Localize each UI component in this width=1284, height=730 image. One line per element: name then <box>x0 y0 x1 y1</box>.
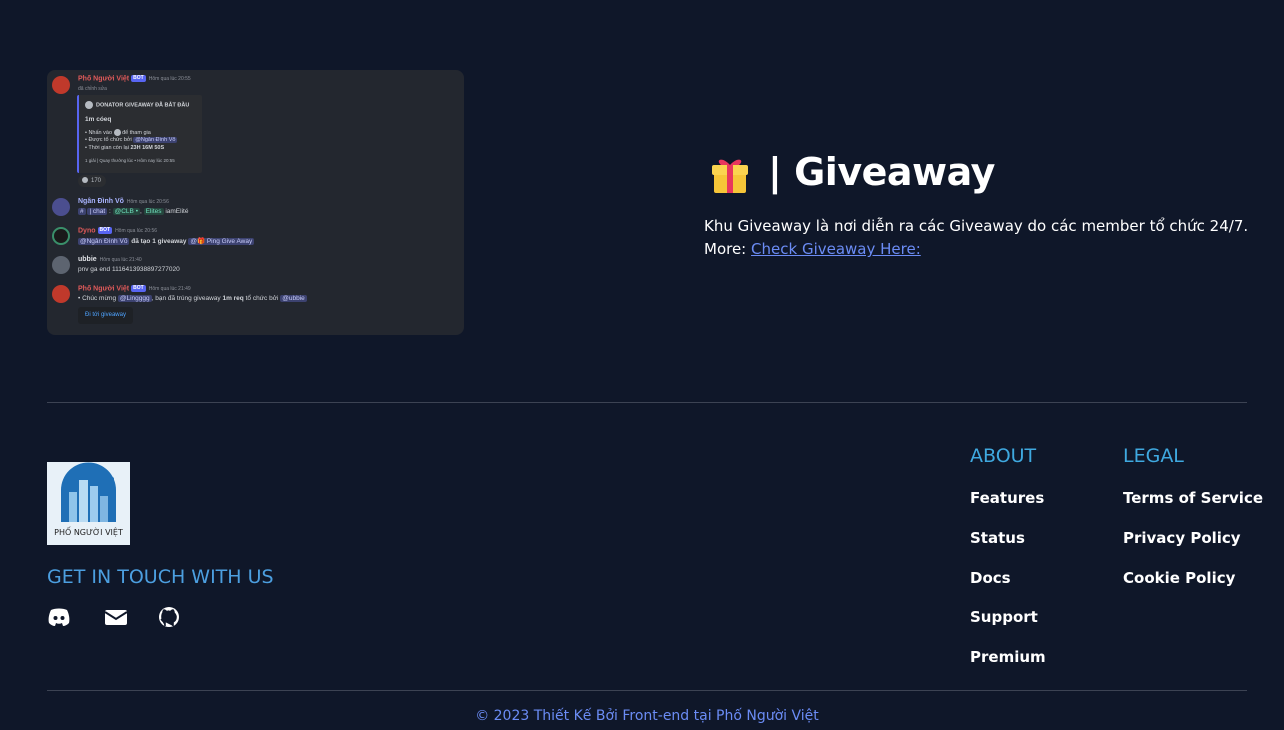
footer-link-support[interactable]: Support <box>970 608 1038 626</box>
discord-icon[interactable] <box>47 606 71 628</box>
footer-link-premium[interactable]: Premium <box>970 648 1046 666</box>
message-author: Phố Người Việt BOT Hôm qua lúc 21:49 <box>78 285 191 293</box>
embed-line: • Thời gian còn lại 23H 16M 50S <box>85 145 165 151</box>
reaction-pill: 170 <box>78 175 106 187</box>
description-text: Khu Giveaway là nơi diễn ra các Giveaway… <box>704 217 1249 235</box>
footer-link-terms[interactable]: Terms of Service <box>1123 489 1263 507</box>
embed-prize: 1m cóeq <box>85 116 112 123</box>
message-text: # | chat : @CLB •, Elites iamElité <box>78 208 189 215</box>
footer-divider <box>47 402 1247 403</box>
avatar <box>52 285 70 303</box>
avatar <box>52 198 70 216</box>
avatar <box>52 256 70 274</box>
embed-line: • Nhấn vào để tham gia <box>85 129 151 136</box>
embed-title: DONATOR GIVEAWAY ĐÃ BẮT ĐẦU <box>85 101 189 109</box>
brand-logo[interactable]: PHỐ NGƯỜI VIỆT <box>47 462 130 545</box>
check-giveaway-link[interactable]: Check Giveaway Here: <box>751 240 921 258</box>
message-author: Phố Người Việt BOT Hôm qua lúc 20:55 <box>78 75 191 83</box>
github-icon[interactable] <box>157 606 181 628</box>
message-author: Ngân Đình Võ Hôm qua lúc 20:56 <box>78 198 169 205</box>
gift-icon <box>712 159 748 193</box>
edited-note: đã chỉnh sửa <box>78 86 107 92</box>
feature-description: Khu Giveaway là nơi diễn ra các Giveaway… <box>704 215 1248 261</box>
embed-line: • Được tổ chức bởi @Ngân Đình Võ <box>85 137 178 143</box>
message-text: @Ngân Đình Võ đã tạo 1 giveaway @🎁 Ping … <box>78 238 255 245</box>
more-label: More: <box>704 240 747 258</box>
embed-footer: 1 giải | Quay thưởng lúc • Hôm nay lúc 2… <box>85 158 175 163</box>
message-text: pnv ga end 1116413938897277020 <box>78 266 180 273</box>
contact-title: GET IN TOUCH WITH US <box>47 566 274 588</box>
feature-title: | Giveaway <box>768 150 995 194</box>
giveaway-embed: DONATOR GIVEAWAY ĐÃ BẮT ĐẦU 1m cóeq • Nh… <box>77 95 202 173</box>
copyright-text: © 2023 Thiết Kế Bởi Front-end tại Phố Ng… <box>475 708 819 724</box>
footer-link-privacy[interactable]: Privacy Policy <box>1123 529 1241 547</box>
message-author: Dyno BOT Hôm qua lúc 20:56 <box>78 227 158 235</box>
more-line: More: Check Giveaway Here: <box>704 238 1248 261</box>
go-to-giveaway-button: Đi tới giveaway <box>78 307 133 324</box>
footer-link-features[interactable]: Features <box>970 489 1044 507</box>
avatar <box>52 227 70 245</box>
footer-link-docs[interactable]: Docs <box>970 569 1011 587</box>
message-text: • Chúc mừng @Lingggg, bạn đã trúng givea… <box>78 295 307 302</box>
footer-link-cookie[interactable]: Cookie Policy <box>1123 569 1235 587</box>
about-heading: ABOUT <box>970 445 1037 467</box>
message-author: ubbie Hôm qua lúc 21:40 <box>78 256 142 263</box>
giveaway-preview-image: Phố Người Việt BOT Hôm qua lúc 20:55 đã ch… <box>47 70 464 335</box>
footer-link-status[interactable]: Status <box>970 529 1025 547</box>
avatar <box>52 76 70 94</box>
footer-bottom-divider <box>47 690 1247 691</box>
legal-heading: LEGAL <box>1123 445 1184 467</box>
mail-icon[interactable] <box>104 606 128 628</box>
